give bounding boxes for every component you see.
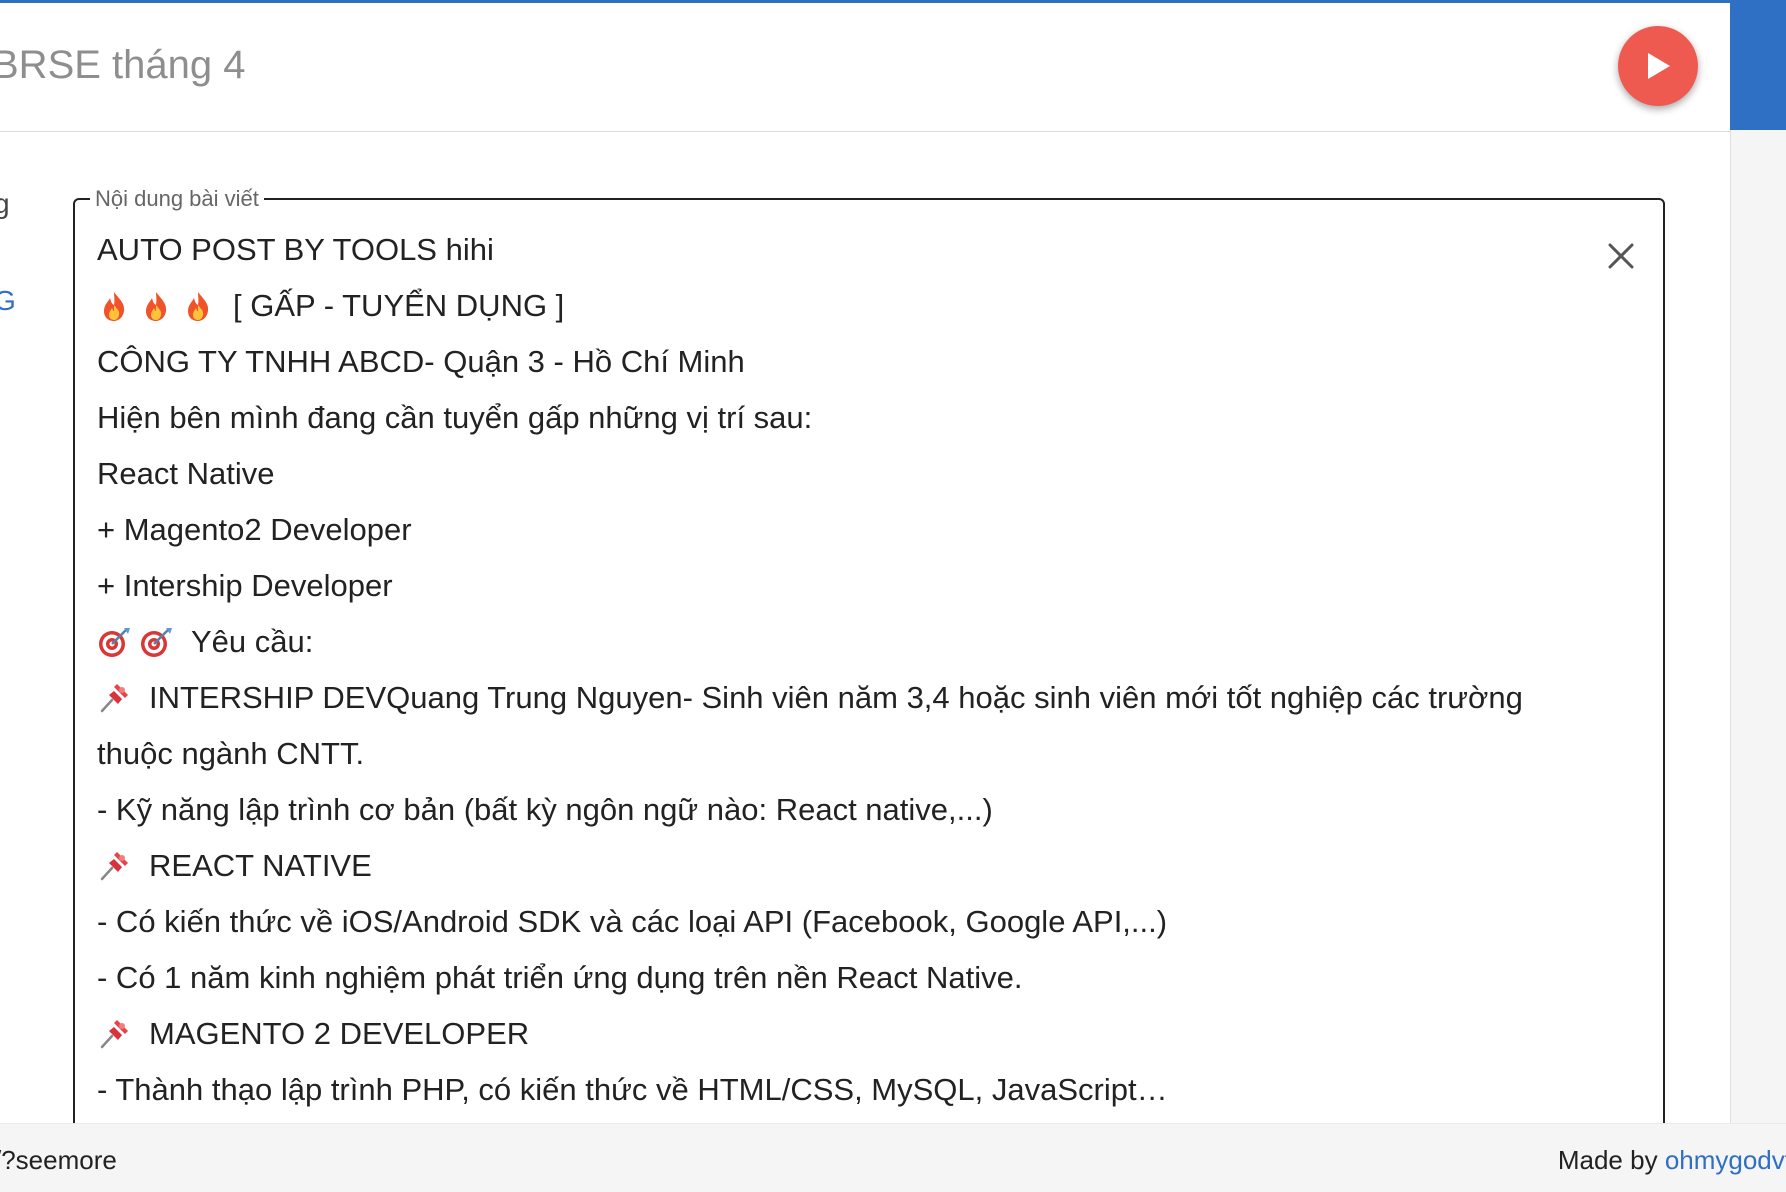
content-line-text: - Thành thạo lập trình PHP, có kiến thức… [97,1072,1168,1107]
content-line: thuộc ngành CNTT. [97,726,1597,782]
post-content-label: Nội dung bài viết [90,186,264,212]
pin-icon [97,681,131,715]
content-line: Yêu cầu: [97,614,1597,670]
content-line: + Intership Developer [97,558,1597,614]
content-line-text: [ GẤP - TUYỂN DỤNG ] [233,288,565,323]
content-line-text: - Có 1 năm kinh nghiệm phát triển ứng dụ… [97,960,1023,995]
content-line: INTERSHIP DEVQuang Trung Nguyen- Sinh vi… [97,670,1597,726]
content-line: - Thành thạo lập trình PHP, có kiến thức… [97,1062,1597,1118]
content-line-text: - Có kiến thức về iOS/Android SDK và các… [97,904,1168,939]
content-line-text: + Intership Developer [97,568,393,603]
author-link[interactable]: ohmygodvt [1665,1145,1786,1175]
content-line: React Native [97,446,1597,502]
header-band [1730,0,1786,130]
content-line: CÔNG TY TNHH ABCD- Quận 3 - Hồ Chí Minh [97,334,1597,390]
run-button[interactable] [1618,26,1698,106]
side-label-fragment: g [0,188,10,219]
post-title[interactable]: BRSE tháng 4 [0,43,246,88]
pin-icon [97,849,131,883]
content-line-text: INTERSHIP DEVQuang Trung Nguyen- Sinh vi… [149,680,1523,715]
pin-icon [97,1017,131,1051]
side-link-fragment[interactable]: G [0,285,16,317]
content-line: + Magento2 Developer [97,502,1597,558]
content-line-text: REACT NATIVE [149,848,372,883]
content-line-text: thuộc ngành CNTT. [97,736,365,771]
fire-icon [97,289,131,323]
content-line-text: AUTO POST BY TOOLS hihi [97,232,494,267]
content-line: AUTO POST BY TOOLS hihi [97,222,1597,278]
content-line-text: MAGENTO 2 DEVELOPER [149,1016,530,1051]
clear-content-icon[interactable] [1605,240,1637,272]
top-accent-bar [0,0,1730,3]
target-icon [139,625,173,659]
content-line-text: - Kỹ năng lập trình cơ bản (bất kỳ ngôn … [97,792,993,827]
content-line: - Kỹ năng lập trình cơ bản (bất kỳ ngôn … [97,782,1597,838]
content-line: REACT NATIVE [97,838,1597,894]
content-line-text: React Native [97,456,275,491]
footer: /?seemore Made by ohmygodvt [0,1123,1786,1192]
content-line: - Có kiến thức về iOS/Android SDK và các… [97,894,1597,950]
content-line: [ GẤP - TUYỂN DỤNG ] [97,278,1597,334]
content-line-text: + Magento2 Developer [97,512,412,547]
fire-icon [139,289,173,323]
content-line-text: Hiện bên mình đang cần tuyển gấp những v… [97,400,813,435]
content-line-text: Yêu cầu: [191,624,314,659]
content-line: Hiện bên mình đang cần tuyển gấp những v… [97,390,1597,446]
content-line: MAGENTO 2 DEVELOPER [97,1006,1597,1062]
footer-path-text: /?seemore [0,1145,117,1175]
page-root: BRSE tháng 4 g G Nội dung bài viết AUTO … [0,0,1786,1192]
made-by-label: Made by [1557,1145,1658,1175]
target-icon [97,625,131,659]
post-content-field[interactable]: Nội dung bài viết AUTO POST BY TOOLS hih… [73,186,1665,1192]
footer-credit: Made by ohmygodvt [1558,1145,1786,1176]
content-line: - Có 1 năm kinh nghiệm phát triển ứng dụ… [97,950,1597,1006]
title-bar: BRSE tháng 4 [0,3,1730,132]
content-line-text: CÔNG TY TNHH ABCD- Quận 3 - Hồ Chí Minh [97,344,745,379]
post-content-text[interactable]: AUTO POST BY TOOLS hihi [ GẤP - TUYỂN DỤN… [97,222,1597,1118]
fire-icon [181,289,215,323]
play-icon [1648,53,1670,79]
post-dialog: BRSE tháng 4 g G Nội dung bài viết AUTO … [0,3,1731,1192]
